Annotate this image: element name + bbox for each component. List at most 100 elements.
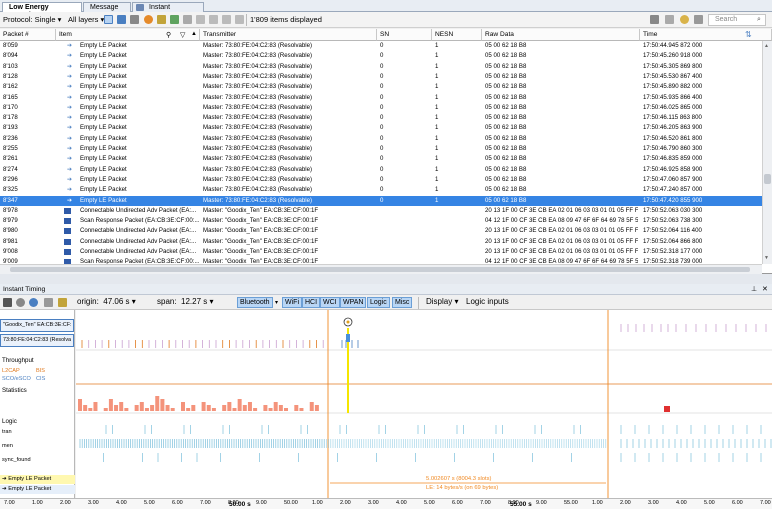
item-funnel-icon[interactable]: ▽: [180, 31, 185, 39]
column-header-sn[interactable]: SN: [377, 29, 432, 41]
table-row[interactable]: ➔ 8'162 Empty LE Packet Master: 73:80:FE:04…: [0, 82, 762, 93]
zoom-icon[interactable]: [29, 298, 38, 307]
span-field[interactable]: span: 12.27 s ▾: [157, 297, 214, 307]
column-header-raw-data[interactable]: Raw Data: [482, 29, 640, 41]
table-row[interactable]: ➔ 8'094 Empty LE Packet Master: 73:80:FE:04…: [0, 51, 762, 62]
close-icon[interactable]: ✕: [762, 284, 768, 295]
table-row[interactable]: ➔ 8'347 Empty LE Packet Master: 73:80:FE:04…: [0, 195, 762, 206]
tab-instant-spectrum[interactable]: Instant Spectrum: [132, 2, 204, 19]
scroll-up-arrow[interactable]: ▲: [764, 43, 771, 49]
bookmark-icon[interactable]: [144, 15, 153, 24]
marker-icon[interactable]: [58, 298, 67, 307]
marker-row[interactable]: ➔ Empty LE Packet: [0, 485, 75, 494]
time-sort-icon[interactable]: ⇅: [745, 30, 752, 39]
cell-item: Empty LE Packet: [80, 124, 127, 132]
statistics-bar: [124, 408, 129, 411]
color-icon[interactable]: [680, 15, 689, 24]
filter-bluetooth-button[interactable]: Bluetooth: [237, 297, 273, 308]
table-row[interactable]: ➔ 8'261 Empty LE Packet Master: 73:80:FE:04…: [0, 154, 762, 165]
info-icon[interactable]: [183, 15, 192, 24]
column-header-time[interactable]: Time: [640, 29, 772, 41]
table-row[interactable]: ➔ 8'236 Empty LE Packet Master: 73:80:FE:04…: [0, 134, 762, 145]
time-ruler[interactable]: 7.00 1.00 2.00 3.00 4.00 5.00 6.00 7.00 8.00 9.00…: [0, 498, 772, 509]
fit-icon[interactable]: [44, 298, 53, 307]
table-row[interactable]: ➔ 8'255 Empty LE Packet Master: 73:80:FE:04…: [0, 144, 762, 155]
column-picker-icon[interactable]: [650, 15, 659, 24]
column-header-packet[interactable]: Packet #: [0, 29, 56, 41]
item-filter-icon[interactable]: ⚲: [166, 31, 171, 39]
statistics-bar: [170, 408, 175, 411]
cell-num: 8'165: [3, 93, 18, 101]
layers-dropdown[interactable]: All layers ▾: [68, 15, 104, 25]
audio-icon[interactable]: [222, 15, 231, 24]
timing-canvas[interactable]: 5.002607 s (8004.3 slots) LE: 14 bytes/s…: [76, 310, 772, 498]
protocol-dropdown[interactable]: Protocol: Single ▾: [3, 15, 61, 25]
table-row[interactable]: ➔ 8'128 Empty LE Packet Master: 73:80:FE:04…: [0, 72, 762, 83]
find-icon[interactable]: [665, 15, 674, 24]
logic-inputs-button[interactable]: Logic inputs: [466, 297, 509, 307]
table-row[interactable]: ➔ 8'193 Empty LE Packet Master: 73:80:FE:04…: [0, 123, 762, 134]
cell-tx: Master: 73:80:FE:04:C2:83 (Resolvable): [203, 62, 313, 70]
cell-time: 17:50:46.520 861 800: [643, 134, 703, 142]
cell-tx: Master: 73:80:FE:04:C2:83 (Resolvable): [203, 186, 313, 194]
table-row[interactable]: ➔ 8'059 Empty LE Packet Master: 73:80:FE:04…: [0, 41, 762, 52]
filter-icon[interactable]: [130, 15, 139, 24]
column-header-transmitter[interactable]: Transmitter: [200, 29, 377, 41]
cell-tx: Master: 73:80:FE:04:C2:83 (Resolvable): [203, 42, 313, 49]
table-row[interactable]: ➔ 8'274 Empty LE Packet Master: 73:80:FE:04…: [0, 165, 762, 176]
table-row[interactable]: ➔ 8'165 Empty LE Packet Master: 73:80:FE:04…: [0, 93, 762, 104]
swap-icon[interactable]: [117, 15, 126, 24]
filter-wifi-button[interactable]: WiFi: [282, 297, 302, 308]
tab-low-energy-overview[interactable]: Low Energy Overview: [2, 2, 82, 19]
pane-splitter[interactable]: [0, 274, 772, 284]
table-row[interactable]: 8'981 Connectable Undirected Adv Packet (…: [0, 237, 762, 248]
music-icon[interactable]: [235, 15, 244, 24]
filter-wpan-button[interactable]: WPAN: [340, 297, 367, 308]
filter-wci-button[interactable]: WCI: [320, 297, 340, 308]
column-header-item[interactable]: Item: [56, 29, 200, 41]
logic-ticks: [79, 425, 772, 462]
pointer-icon[interactable]: [3, 298, 12, 307]
table-row[interactable]: 9'008 Connectable Undirected Adv Packet (…: [0, 247, 762, 258]
ruler-tick-label: 9.00: [536, 500, 547, 506]
device-lane-master[interactable]: 73:80:FE:04:C2:83 (Resolva: [0, 334, 74, 347]
pan-icon[interactable]: [16, 298, 25, 307]
back-arrow-icon[interactable]: [104, 15, 113, 24]
group-icon[interactable]: [157, 15, 166, 24]
statistics-bar: [88, 408, 93, 411]
bookmark-filter-icon[interactable]: [694, 15, 703, 24]
cell-item: Empty LE Packet: [80, 72, 127, 80]
cell-sn: 0: [380, 145, 384, 152]
timing-graph[interactable]: 5.002607 s (8004.3 slots) LE: 14 bytes/s…: [76, 310, 772, 498]
pin-icon[interactable]: ⊥: [751, 284, 757, 295]
filter-hci-button[interactable]: HCI: [302, 297, 321, 308]
scroll-down-arrow[interactable]: ▼: [764, 255, 771, 261]
horizontal-scroll-thumb[interactable]: [10, 267, 750, 272]
ruler-major-label: 55.00 s: [510, 501, 532, 508]
device-lane-goodix[interactable]: "Goodix_Ten" EA:CB:3E:CF:: [0, 319, 74, 332]
column-header-nesn[interactable]: NESN: [432, 29, 482, 41]
table-row[interactable]: ➔ 8'296 Empty LE Packet Master: 73:80:FE:04…: [0, 175, 762, 186]
ruler-tick-label: 7.00: [760, 500, 771, 506]
filter-misc-button[interactable]: Misc: [392, 297, 413, 308]
marker-row[interactable]: ➔ Empty LE Packet: [0, 475, 75, 484]
table-row[interactable]: ➔ 8'178 Empty LE Packet Master: 73:80:FE:04…: [0, 113, 762, 124]
filter-logic-button[interactable]: Logic: [367, 297, 390, 308]
help-icon[interactable]: [196, 15, 205, 24]
table-row[interactable]: ➔ 8'170 Empty LE Packet Master: 73:80:FE:04…: [0, 103, 762, 114]
up-icon[interactable]: [170, 15, 179, 24]
table-row[interactable]: 8'979 Scan Response Packet (EA:CB:3E:CF:0…: [0, 216, 762, 227]
item-sort-icon[interactable]: ▲: [191, 31, 197, 37]
table-row[interactable]: ➔ 8'103 Empty LE Packet Master: 73:80:FE:04…: [0, 62, 762, 73]
horizontal-scrollbar[interactable]: [0, 264, 762, 274]
table-row[interactable]: 8'978 Connectable Undirected Adv Packet (…: [0, 206, 762, 217]
hand-icon[interactable]: [209, 15, 218, 24]
table-row[interactable]: 8'980 Connectable Undirected Adv Packet (…: [0, 226, 762, 237]
display-dropdown[interactable]: Display ▾: [426, 297, 458, 307]
origin-field[interactable]: origin: 47.06 s ▾: [77, 297, 136, 307]
table-row[interactable]: ➔ 8'325 Empty LE Packet Master: 73:80:FE:04…: [0, 185, 762, 196]
vertical-scrollbar[interactable]: ▲ ▼: [762, 41, 772, 264]
scroll-thumb[interactable]: [764, 174, 771, 184]
tab-message-log[interactable]: Message Log: [83, 2, 131, 19]
bluetooth-dropdown-arrow[interactable]: ▾: [275, 299, 278, 306]
